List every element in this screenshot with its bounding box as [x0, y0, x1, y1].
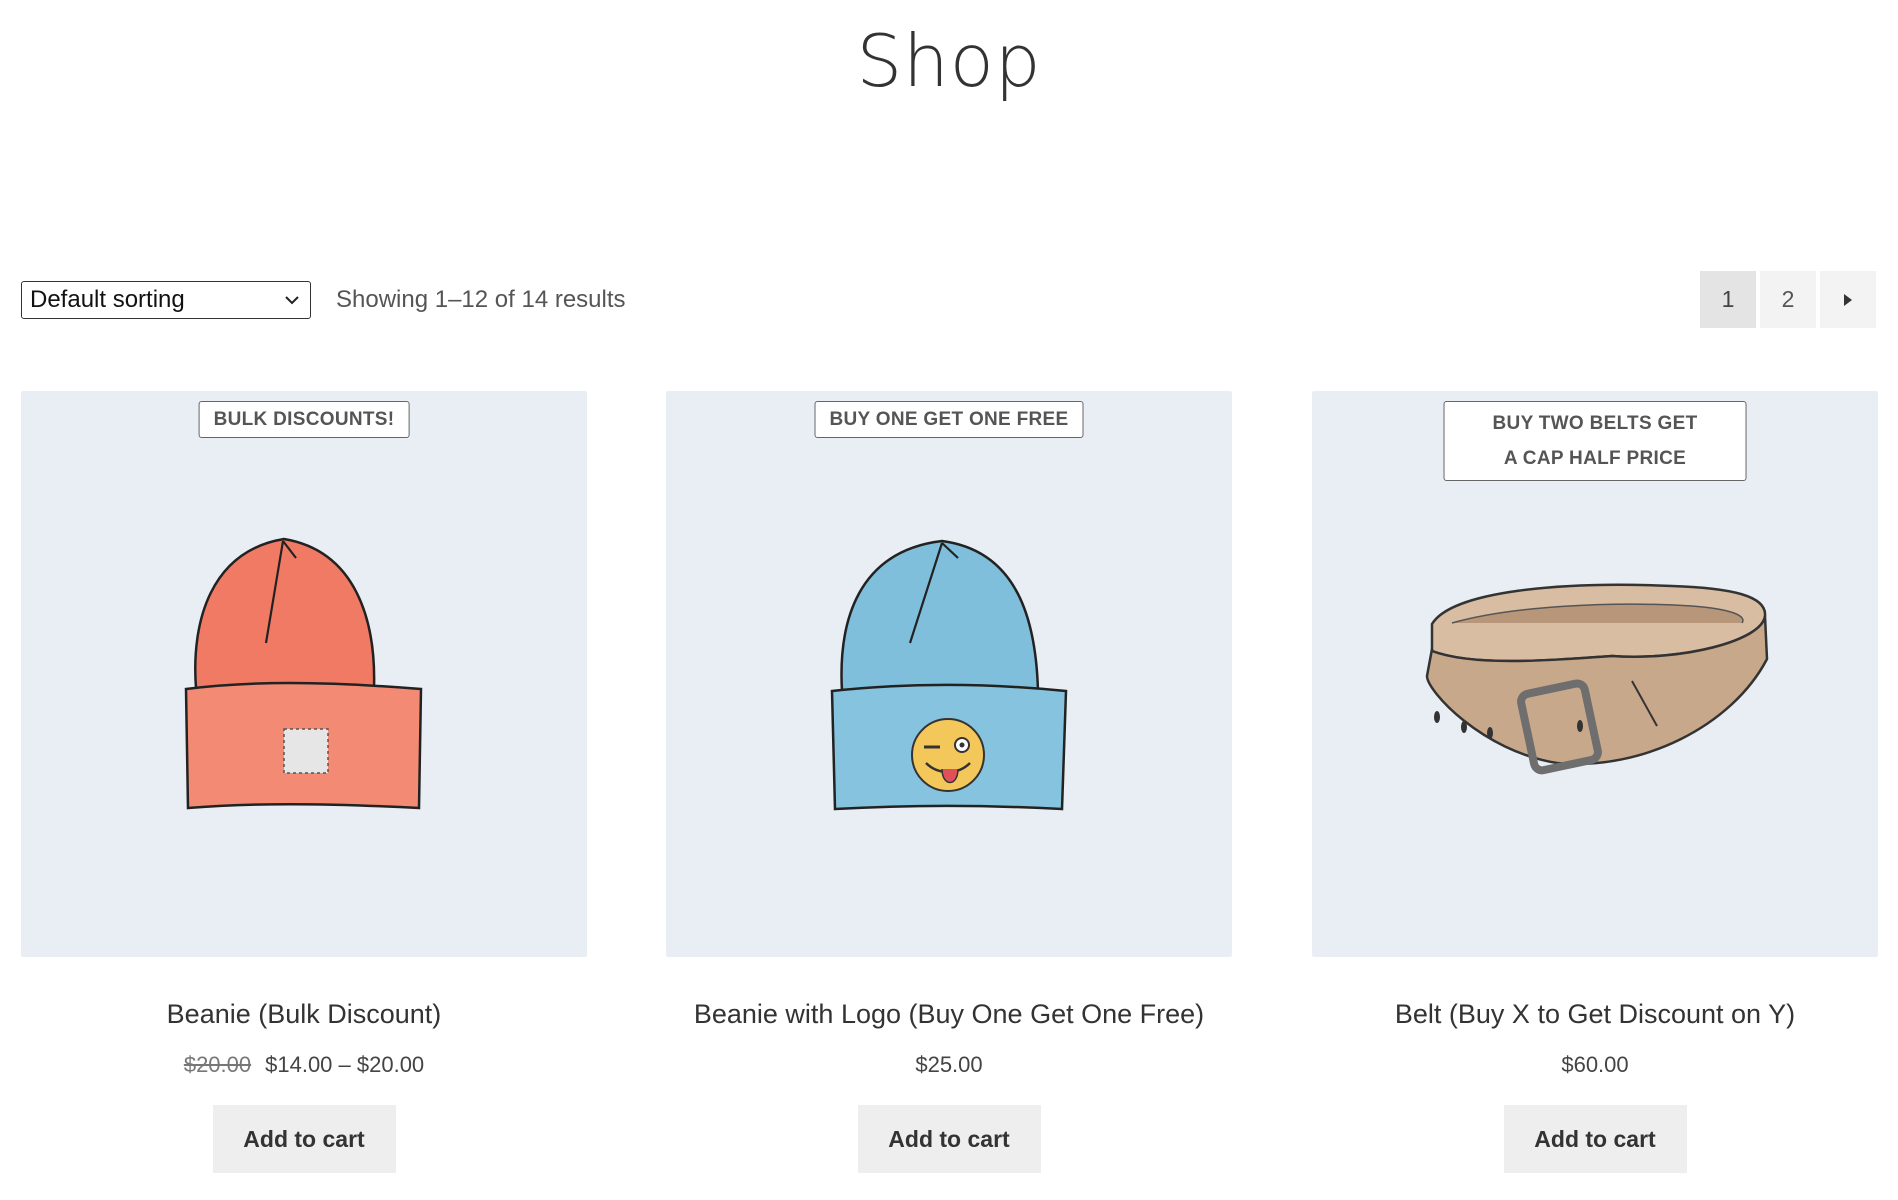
promo-badge: BUY TWO BELTS GET A CAP HALF PRICE — [1443, 401, 1747, 481]
promo-badge-line-2: A CAP HALF PRICE — [1503, 448, 1687, 469]
product-image-link[interactable]: BUY ONE GET ONE FREE — [666, 391, 1232, 957]
product-price: $20.00 $14.00 – $20.00 — [21, 1051, 587, 1079]
original-price: $20.00 — [183, 1052, 252, 1077]
red-beanie-icon — [184, 537, 423, 810]
product-price: $25.00 — [666, 1051, 1232, 1079]
product-image-link[interactable]: BUY TWO BELTS GET A CAP HALF PRICE — [1312, 391, 1878, 957]
chevron-right-icon — [1844, 293, 1852, 306]
result-count: Showing 1–12 of 14 results — [336, 286, 626, 313]
product-price: $60.00 — [1312, 1051, 1878, 1079]
product-card-belt: BUY TWO BELTS GET A CAP HALF PRICE Belt … — [1312, 391, 1878, 1173]
product-card-beanie-bulk: BULK DISCOUNTS! Beanie (Bulk Discount) $… — [21, 391, 587, 1173]
product-name[interactable]: Beanie (Bulk Discount) — [21, 997, 587, 1031]
shop-page: Shop Default sorting Showing 1–12 of 14 … — [0, 0, 1898, 1200]
regular-price: $60.00 — [1561, 1052, 1629, 1077]
blue-beanie-logo-icon — [830, 539, 1068, 811]
next-page-button[interactable] — [1820, 271, 1876, 328]
product-card-beanie-logo: BUY ONE GET ONE FREE Beanie with Logo (B… — [666, 391, 1232, 1173]
add-to-cart-button[interactable]: Add to cart — [857, 1105, 1041, 1173]
sort-select-value: Default sorting — [30, 286, 185, 313]
page-title: Shop — [856, 19, 1042, 103]
promo-badge: BUY ONE GET ONE FREE — [814, 401, 1084, 438]
sale-price: $14.00 – $20.00 — [265, 1052, 425, 1077]
regular-price: $25.00 — [915, 1052, 983, 1077]
promo-badge: BULK DISCOUNTS! — [198, 401, 410, 438]
page-1-link[interactable]: 1 — [1700, 271, 1756, 328]
page-2-link[interactable]: 2 — [1760, 271, 1816, 328]
sort-select[interactable]: Default sorting — [21, 281, 311, 319]
product-image-link[interactable]: BULK DISCOUNTS! — [21, 391, 587, 957]
product-name[interactable]: Beanie with Logo (Buy One Get One Free) — [666, 997, 1232, 1031]
add-to-cart-button[interactable]: Add to cart — [1503, 1105, 1687, 1173]
pagination: 1 2 — [1700, 271, 1876, 328]
add-to-cart-button[interactable]: Add to cart — [212, 1105, 396, 1173]
promo-badge-line-1: BUY TWO BELTS GET — [1492, 413, 1698, 434]
product-name[interactable]: Belt (Buy X to Get Discount on Y) — [1312, 997, 1878, 1031]
chevron-down-icon — [285, 296, 299, 305]
